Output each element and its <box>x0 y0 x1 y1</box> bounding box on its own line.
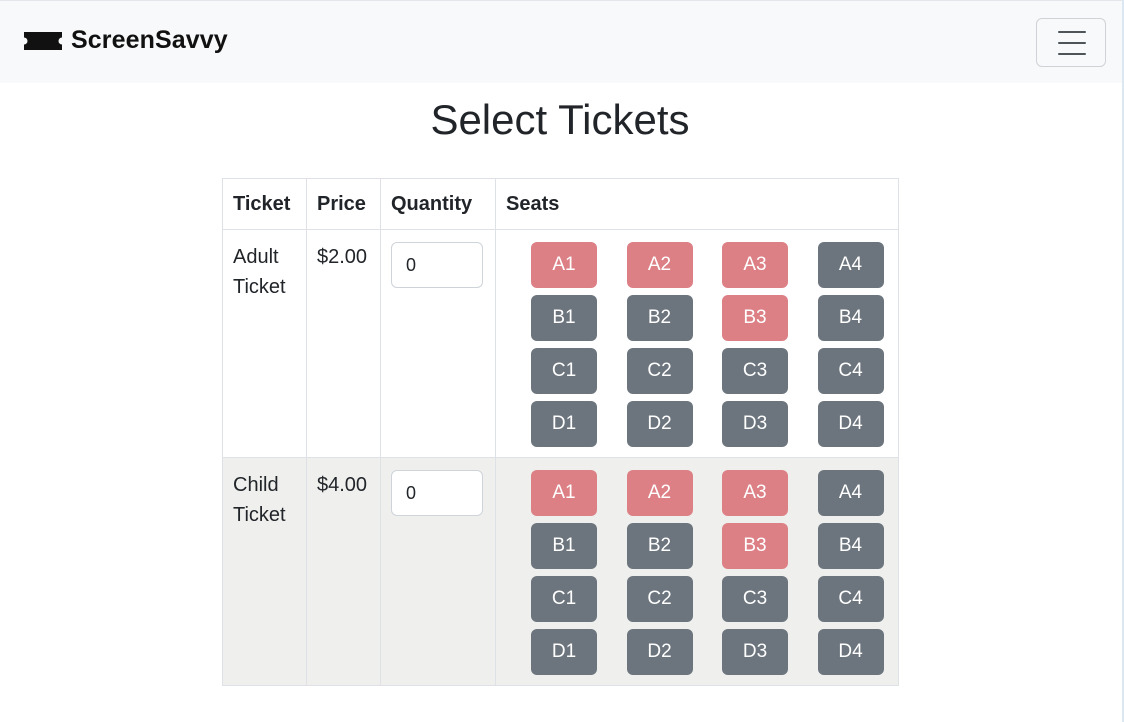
seat-button-b4[interactable]: B4 <box>817 523 884 569</box>
quantity-input[interactable] <box>391 242 483 288</box>
seat-button-d3[interactable]: D3 <box>722 401 788 447</box>
ticket-price: $2.00 <box>306 229 381 458</box>
header-seats: Seats <box>495 178 899 230</box>
seat-button-a2[interactable]: A2 <box>626 242 693 288</box>
ticket-price: $4.00 <box>306 457 381 686</box>
seat-button-c1[interactable]: C1 <box>531 576 597 622</box>
page: ScreenSavvy Select Tickets Ticket Price … <box>0 0 1124 722</box>
quantity-cell <box>380 457 496 686</box>
ticket-name-line: Ticket <box>233 504 286 526</box>
brand-name: ScreenSavvy <box>71 26 228 54</box>
quantity-input[interactable] <box>391 470 483 516</box>
brand-link[interactable]: ScreenSavvy <box>24 26 228 55</box>
seat-button-a1[interactable]: A1 <box>531 470 597 516</box>
seat-button-c4[interactable]: C4 <box>817 348 884 394</box>
seat-button-a4[interactable]: A4 <box>817 242 884 288</box>
ticket-name-cell: Adult Ticket <box>222 229 307 458</box>
table-header-row: Ticket Price Quantity Seats <box>222 178 899 230</box>
seat-button-a3[interactable]: A3 <box>722 242 788 288</box>
hamburger-menu-icon <box>1058 31 1086 55</box>
seat-button-b2[interactable]: B2 <box>626 295 693 341</box>
seat-button-b1[interactable]: B1 <box>531 295 597 341</box>
header-ticket: Ticket <box>222 178 307 230</box>
seats-cell: A1 A2 A3 A4 B1 B2 B3 B4 C1 C2 C3 C4 D1 D2 D3 D4 <box>495 229 899 458</box>
seat-button-c3[interactable]: C3 <box>722 576 788 622</box>
seat-button-c2[interactable]: C2 <box>626 348 693 394</box>
seat-button-c1[interactable]: C1 <box>531 348 597 394</box>
page-title: Select Tickets <box>430 96 690 143</box>
navbar: ScreenSavvy <box>0 0 1122 83</box>
header-price: Price <box>306 178 381 230</box>
ticket-name-line: Ticket <box>233 276 286 298</box>
seat-button-b4[interactable]: B4 <box>817 295 884 341</box>
navbar-toggle-button[interactable] <box>1036 18 1106 67</box>
seat-grid: A1 A2 A3 A4 B1 B2 B3 B4 C1 C2 C3 C4 D1 D2 D3 D4 <box>506 470 888 675</box>
seat-button-b3[interactable]: B3 <box>722 523 788 569</box>
seat-button-c2[interactable]: C2 <box>626 576 693 622</box>
seat-button-a4[interactable]: A4 <box>817 470 884 516</box>
tickets-table: Ticket Price Quantity Seats Adult Ticket $… <box>222 178 899 686</box>
seat-button-d3[interactable]: D3 <box>722 629 788 675</box>
table-row: Adult Ticket $2.00 A1 A2 A3 A4 B1 B2 B3 B4 C1 C2 C3 C4… <box>222 229 899 458</box>
seat-button-c3[interactable]: C3 <box>722 348 788 394</box>
quantity-cell <box>380 229 496 458</box>
ticket-name-line: Child <box>233 474 279 496</box>
seat-button-b2[interactable]: B2 <box>626 523 693 569</box>
seat-grid: A1 A2 A3 A4 B1 B2 B3 B4 C1 C2 C3 C4 D1 D2 D3 D4 <box>506 242 888 447</box>
table-row: Child Ticket $4.00 A1 A2 A3 A4 B1 B2 B3 B4 C1 C2 C3 C4… <box>222 457 899 686</box>
seat-button-c4[interactable]: C4 <box>817 576 884 622</box>
seat-button-d1[interactable]: D1 <box>531 401 597 447</box>
seat-button-d2[interactable]: D2 <box>626 629 693 675</box>
ticket-name-line: Adult <box>233 246 279 268</box>
seat-button-d1[interactable]: D1 <box>531 629 597 675</box>
seat-button-d4[interactable]: D4 <box>817 401 884 447</box>
seat-button-d2[interactable]: D2 <box>626 401 693 447</box>
seats-cell: A1 A2 A3 A4 B1 B2 B3 B4 C1 C2 C3 C4 D1 D2 D3 D4 <box>495 457 899 686</box>
ticket-name-cell: Child Ticket <box>222 457 307 686</box>
seat-button-a3[interactable]: A3 <box>722 470 788 516</box>
seat-button-a1[interactable]: A1 <box>531 242 597 288</box>
seat-button-b1[interactable]: B1 <box>531 523 597 569</box>
seat-button-a2[interactable]: A2 <box>626 470 693 516</box>
header-quantity: Quantity <box>380 178 496 230</box>
seat-button-d4[interactable]: D4 <box>817 629 884 675</box>
seat-button-b3[interactable]: B3 <box>722 295 788 341</box>
ticket-icon <box>24 31 62 51</box>
